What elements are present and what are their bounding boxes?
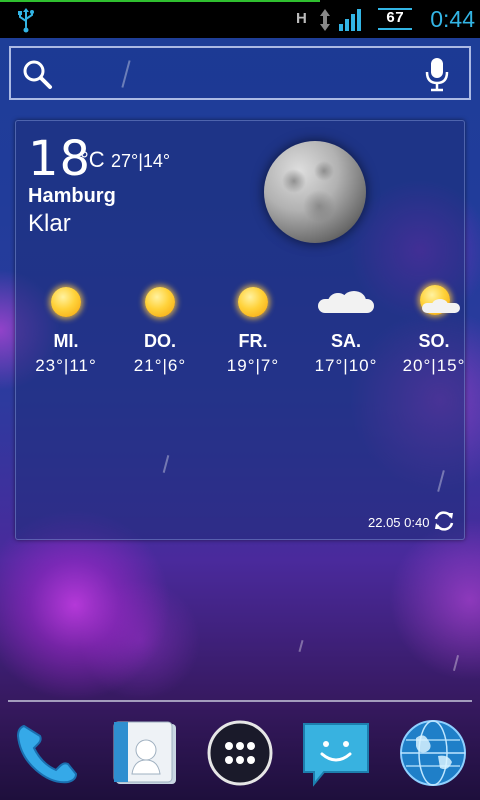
cloud-icon bbox=[318, 291, 374, 313]
usb-icon bbox=[18, 8, 34, 33]
signal-icon bbox=[339, 9, 361, 31]
network-type-label: H bbox=[296, 10, 307, 27]
dock-divider bbox=[8, 700, 472, 702]
weather-widget[interactable]: 18 °C 27°|14° Hamburg Klar MI. 23°|11° D… bbox=[15, 120, 465, 540]
battery-icon: 67 bbox=[378, 8, 412, 30]
forecast-row: MI. 23°|11° DO. 21°|6° FR. 19°|7° SA. 17… bbox=[16, 283, 466, 383]
forecast-day-label: SA. bbox=[330, 331, 361, 351]
forecast-day: FR. 19°|7° bbox=[205, 283, 301, 376]
forecast-day-label: MI. bbox=[53, 331, 79, 351]
battery-level: 67 bbox=[385, 10, 404, 27]
sun-icon bbox=[238, 287, 268, 317]
sun-icon bbox=[145, 287, 175, 317]
mic-icon[interactable] bbox=[425, 56, 449, 92]
status-bar[interactable]: H 67 0:44 bbox=[0, 0, 480, 38]
forecast-day-temps: 20°|15° bbox=[402, 356, 466, 375]
last-updated: 22.05 0:40 bbox=[368, 515, 430, 530]
temperature-unit: °C bbox=[80, 147, 105, 172]
forecast-day-temps: 23°|11° bbox=[35, 356, 97, 375]
search-bar[interactable] bbox=[9, 46, 471, 100]
search-icon[interactable] bbox=[21, 58, 53, 90]
rain-streak bbox=[452, 655, 460, 671]
sun-cloud-icon bbox=[386, 283, 480, 323]
forecast-day-label: FR. bbox=[238, 331, 268, 351]
forecast-day-label: SO. bbox=[418, 331, 450, 351]
forecast-day: MI. 23°|11° bbox=[18, 283, 114, 376]
phone-icon[interactable] bbox=[12, 718, 82, 788]
all-apps-icon[interactable] bbox=[205, 718, 275, 788]
forecast-day-temps: 17°|10° bbox=[314, 356, 378, 375]
messaging-icon[interactable] bbox=[302, 718, 372, 788]
forecast-day-label: DO. bbox=[143, 331, 176, 351]
forecast-day: SA. 17°|10° bbox=[298, 283, 394, 376]
city-name: Hamburg bbox=[28, 185, 116, 207]
today-high-low: 27°|14° bbox=[111, 151, 171, 171]
status-clock: 0:44 bbox=[430, 6, 475, 32]
contacts-icon[interactable] bbox=[110, 718, 180, 788]
sun-icon bbox=[51, 287, 81, 317]
weather-condition: Klar bbox=[28, 210, 71, 237]
refresh-icon[interactable] bbox=[432, 509, 456, 533]
forecast-day-temps: 21°|6° bbox=[133, 356, 187, 375]
forecast-day: SO. 20°|15° bbox=[386, 283, 480, 376]
forecast-day: DO. 21°|6° bbox=[112, 283, 208, 376]
browser-icon[interactable] bbox=[398, 718, 468, 788]
data-transfer-icon bbox=[320, 9, 330, 31]
status-accent-line bbox=[0, 0, 320, 2]
forecast-day-temps: 19°|7° bbox=[226, 356, 280, 375]
rain-streak bbox=[298, 639, 304, 653]
moon-icon bbox=[264, 141, 366, 243]
